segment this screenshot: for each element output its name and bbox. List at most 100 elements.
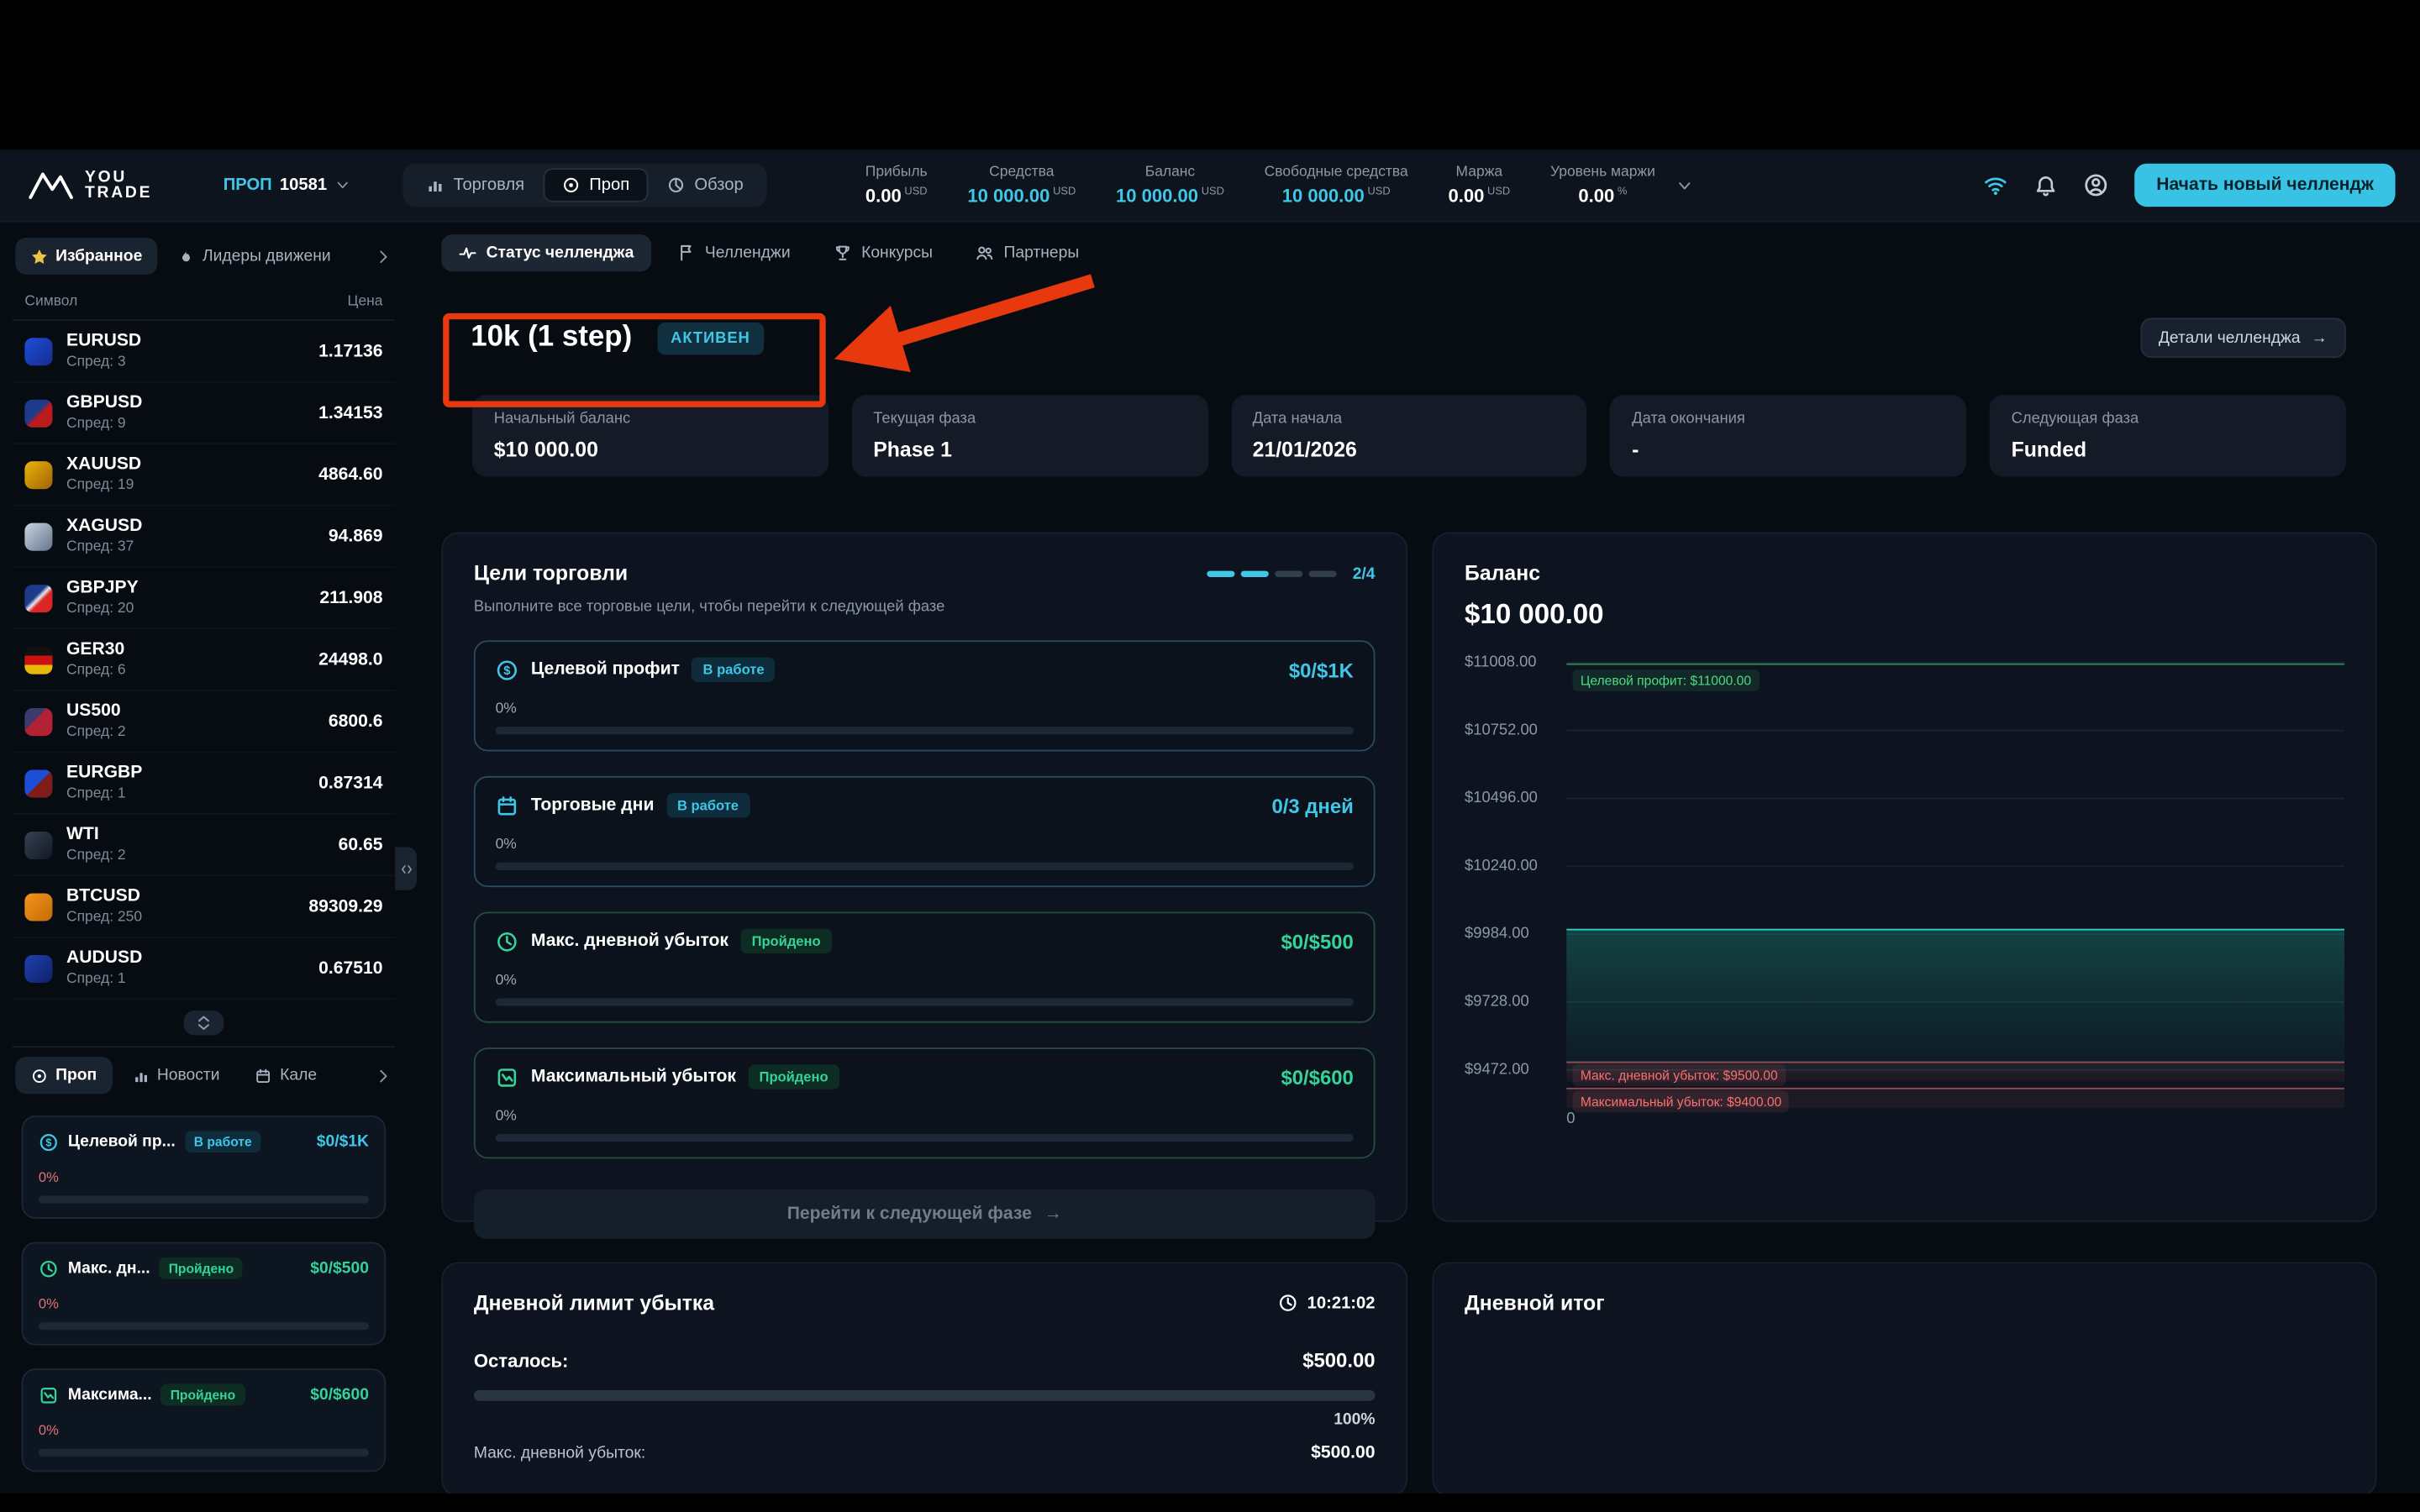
y-tick: $10752.00: [1465, 722, 1555, 739]
symbol-price: 0.67510: [318, 959, 382, 978]
sidebar-collapse-handle[interactable]: [395, 847, 417, 890]
goal-status-badge: В работе: [666, 793, 750, 817]
stat-label: Свободные средства: [1265, 164, 1408, 181]
tab-label: Партнеры: [1004, 244, 1080, 262]
news-icon: [132, 1067, 149, 1084]
list-item[interactable]: EURGBPСпред: 1 0.87314: [13, 753, 396, 814]
goal-max-daily-loss[interactable]: Макс. дневной убыток Пройдено $0/$500 0%: [474, 912, 1376, 1023]
challenge-header: 10k (1 step) АКТИВЕН Детали челленджа →: [471, 318, 2376, 358]
resize-updown-icon: [194, 1014, 213, 1032]
calendar-icon: [496, 794, 519, 817]
stats-expand-chevron-icon[interactable]: [1677, 176, 1694, 193]
tab-challenge-status[interactable]: Статус челленджа: [441, 234, 650, 271]
daily-loss-line: [1566, 1062, 2344, 1063]
goal-percent: 0%: [496, 701, 517, 717]
goal-label: Максима...: [68, 1385, 152, 1404]
stat-profit: Прибыль 0.00USD: [865, 164, 928, 207]
symbol-spread: Спред: 250: [66, 909, 142, 926]
list-item[interactable]: GER30Спред: 6 24498.0: [13, 629, 396, 690]
tab-movers[interactable]: Лидеры движени: [162, 238, 346, 275]
list-item[interactable]: GBPJPYСпред: 20 211.908: [13, 568, 396, 629]
stat-unit: USD: [1487, 186, 1510, 197]
symbol-name: GER30: [66, 640, 126, 659]
stat-unit: USD: [1202, 186, 1224, 197]
list-item[interactable]: US500Спред: 2 6800.6: [13, 691, 396, 753]
logo-mark-icon: [28, 170, 74, 201]
balance-card-title: Баланс: [1465, 562, 2344, 585]
y-tick: $9984.00: [1465, 926, 1555, 942]
tab-contests[interactable]: Конкурсы: [817, 234, 950, 271]
watchlist-resize-handle[interactable]: [184, 1011, 224, 1035]
collapse-arrows-icon: [399, 862, 413, 876]
goal-progress-bar: [39, 1449, 369, 1457]
notifications-button[interactable]: [2034, 174, 2058, 197]
symbol-icon: [24, 460, 52, 488]
goal-percent: 0%: [496, 837, 517, 853]
symbol-name: EURGBP: [66, 764, 142, 782]
goal-value: $0/$500: [1281, 930, 1353, 953]
app-window: YOU TRADE ПРОП 10581 Торговля Проп Обзор: [0, 0, 2420, 1512]
sidebar-goal-max-loss[interactable]: Максима... Пройдено $0/$600 0%: [22, 1368, 386, 1472]
list-item[interactable]: AUDUSDСпред: 1 0.67510: [13, 938, 396, 1000]
daily-summary-card: Дневной итог: [1432, 1262, 2376, 1496]
info-value: Phase 1: [873, 438, 1186, 462]
list-item[interactable]: BTCUSDСпред: 250 89309.29: [13, 876, 396, 937]
symbol-spread: Спред: 2: [66, 847, 126, 864]
list-item[interactable]: XAUUSDСпред: 19 4864.60: [13, 444, 396, 506]
symbol-name: GBPJPY: [66, 579, 139, 597]
gridline: [1566, 798, 2344, 800]
nav-trading[interactable]: Торговля: [408, 168, 544, 202]
goal-value: $0/$600: [310, 1385, 369, 1404]
goal-trading-days[interactable]: Торговые дни В работе 0/3 дней 0%: [474, 776, 1376, 887]
nav-prop[interactable]: Проп: [543, 168, 648, 202]
tab-calendar[interactable]: Кале: [239, 1057, 332, 1094]
info-label: Текущая фаза: [873, 411, 1186, 428]
list-item[interactable]: WTIСпред: 2 60.65: [13, 815, 396, 876]
challenge-info-cards: Начальный баланс $10 000.00 Текущая фаза…: [472, 395, 2346, 476]
goal-status-badge: Пройдено: [160, 1257, 243, 1279]
goals-card-subtitle: Выполните все торговые цели, чтобы перей…: [474, 599, 1376, 616]
clock-icon: [39, 1258, 59, 1278]
challenge-details-button[interactable]: Детали челленджа →: [2140, 318, 2346, 358]
tab-favorites[interactable]: Избранное: [15, 238, 157, 275]
stat-label: Уровень маржи: [1550, 164, 1655, 181]
goal-value: $0/$500: [310, 1259, 369, 1278]
content-area: Избранное Лидеры движени Символ Цена EUR…: [0, 222, 2420, 1493]
daily-limit-title: Дневной лимит убытка: [474, 1291, 714, 1315]
panel-tabs-scroll-button[interactable]: [375, 1067, 392, 1084]
goal-label: Целевой профит: [531, 660, 680, 679]
symbol-price: 1.17136: [318, 342, 382, 360]
tab-news[interactable]: Новости: [117, 1057, 235, 1094]
sidebar-goal-profit[interactable]: Целевой пр... В работе $0/$1K 0%: [22, 1116, 386, 1219]
stat-unit: USD: [1367, 186, 1390, 197]
clock-icon: [1278, 1293, 1298, 1313]
goal-profit-target[interactable]: Целевой профит В работе $0/$1K 0%: [474, 640, 1376, 751]
account-selector[interactable]: ПРОП 10581: [224, 176, 350, 194]
goal-value: $0/$600: [1281, 1065, 1353, 1089]
tab-challenges[interactable]: Челленджи: [660, 234, 808, 271]
profile-button[interactable]: [2084, 173, 2108, 197]
sidebar-goal-daily-loss[interactable]: Макс. дн... Пройдено $0/$500 0%: [22, 1242, 386, 1346]
nav-overview[interactable]: Обзор: [648, 168, 762, 202]
brand-logo: YOU TRADE: [28, 170, 152, 201]
gridline: [1566, 730, 2344, 732]
goal-label: Максимальный убыток: [531, 1068, 736, 1086]
tab-prop-panel[interactable]: Проп: [15, 1057, 112, 1094]
list-item[interactable]: GBPUSDСпред: 9 1.34153: [13, 383, 396, 444]
stat-unit: USD: [1053, 186, 1076, 197]
stat-unit: %: [1618, 186, 1627, 197]
tab-partners[interactable]: Партнеры: [959, 234, 1096, 271]
bell-icon: [2034, 174, 2058, 197]
tabs-scroll-button[interactable]: [375, 248, 392, 265]
next-phase-button[interactable]: Перейти к следующей фазе →: [474, 1189, 1376, 1239]
info-value: $10 000.00: [494, 438, 807, 462]
symbol-price: 4864.60: [318, 465, 382, 484]
goal-percent: 0%: [496, 1108, 517, 1125]
list-item[interactable]: EURUSDСпред: 3 1.17136: [13, 321, 396, 382]
goal-max-loss[interactable]: Максимальный убыток Пройдено $0/$600 0%: [474, 1047, 1376, 1158]
list-item[interactable]: XAGUSDСпред: 37 94.869: [13, 506, 396, 567]
goal-value: 0/3 дней: [1271, 794, 1353, 817]
new-challenge-button[interactable]: Начать новый челлендж: [2134, 164, 2395, 207]
tab-calendar-label: Кале: [280, 1066, 317, 1084]
symbol-icon: [24, 831, 52, 858]
